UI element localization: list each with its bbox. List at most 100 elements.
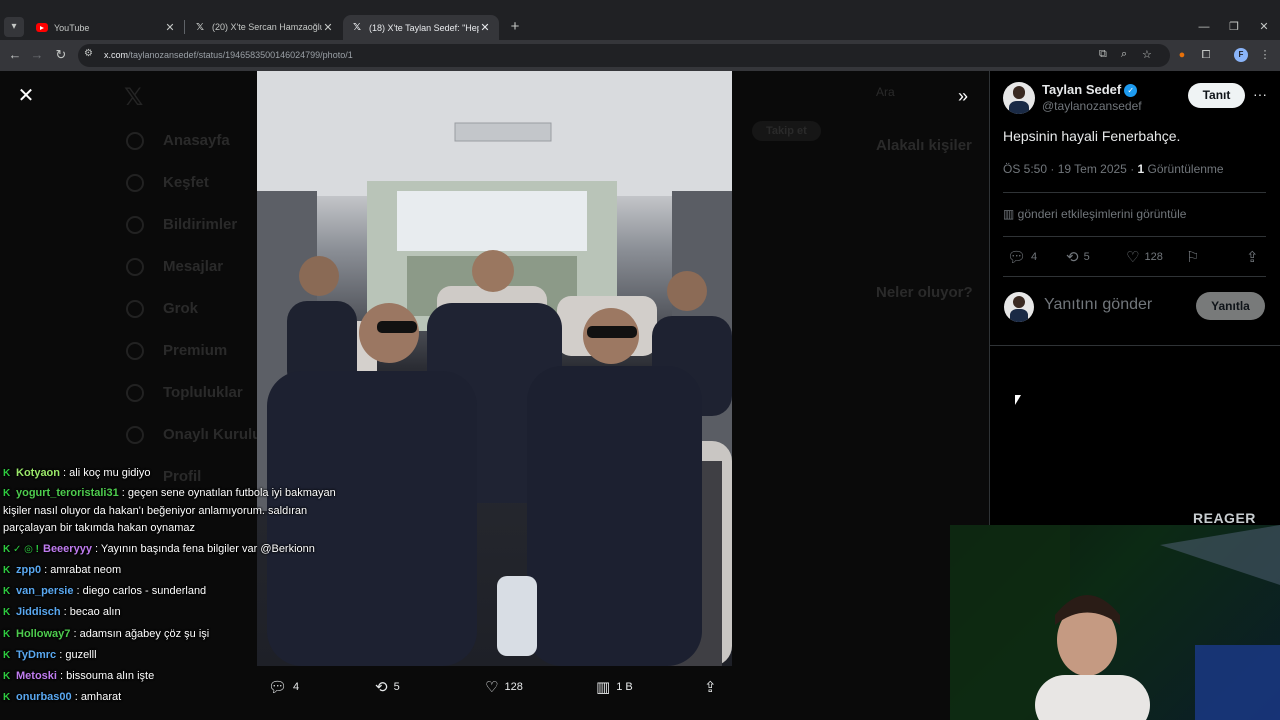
tab-taylan[interactable]: 𝕏 (18) X'te Taylan Sedef: "Hepsinin ✕: [343, 15, 499, 40]
repost-action[interactable]: ⟲ 5: [1066, 248, 1090, 266]
repost-icon: ⟲: [375, 679, 388, 696]
heart-icon: ♡: [485, 679, 499, 696]
more-options-icon[interactable]: ···: [1253, 86, 1267, 102]
chat-badge-icon: K: [3, 468, 11, 479]
mouse-cursor-icon: [1015, 395, 1021, 405]
chat-username: zpp0: [16, 563, 42, 576]
chat-text: diego carlos - sunderland: [82, 585, 207, 598]
ghost-nav-item: Grok: [163, 300, 199, 317]
like-count: 128: [1144, 251, 1163, 263]
reply-action[interactable]: 💬︎ 4: [1007, 248, 1037, 266]
ghost-mail-icon: [126, 258, 144, 276]
ghost-nav-item: Anasayfa: [163, 132, 230, 149]
chat-badge-icon: K: [3, 628, 11, 640]
chat-text: guzelll: [65, 648, 97, 661]
install-app-icon[interactable]: ⧉: [1099, 48, 1107, 61]
bookmark-star-icon[interactable]: ☆: [1142, 48, 1152, 61]
tab-youtube[interactable]: YouTube ✕: [28, 15, 184, 40]
url-path: /taylanozansedef/status/1946583500146024…: [128, 50, 353, 60]
ghost-whats-happening: Neler oluyor?: [876, 284, 973, 301]
ghost-verified-orgs-icon: [126, 426, 144, 444]
share-action[interactable]: ⇪: [1246, 248, 1264, 266]
extension-icon[interactable]: ●: [1174, 47, 1190, 63]
author-name[interactable]: Taylan Sedef ✓: [1042, 82, 1138, 98]
site-info-icon[interactable]: ⚙: [84, 48, 93, 59]
x-icon: 𝕏: [352, 22, 362, 33]
extensions-puzzle-icon[interactable]: ⧠: [1198, 47, 1214, 63]
tab-separator: [184, 20, 185, 34]
photo-share-action[interactable]: ⇪: [704, 677, 723, 697]
ghost-premium-icon: [126, 342, 144, 360]
author-avatar[interactable]: [1003, 82, 1035, 114]
expand-panel-icon[interactable]: »: [952, 85, 974, 107]
tab-search-menu-icon[interactable]: ▾: [4, 17, 24, 37]
tweet-meta: ÖS 5:50 · 19 Tem 2025 · 1 Görüntülenme: [1003, 162, 1224, 176]
window-close-icon[interactable]: ✕: [1254, 17, 1274, 37]
chat-username: onurbas00: [16, 691, 72, 704]
browser-menu-icon[interactable]: ⋮: [1257, 47, 1273, 63]
reply-input[interactable]: Yanıtını gönder: [1044, 296, 1152, 314]
streamer-webcam: [950, 525, 1280, 720]
chat-username: TyDmrc: [16, 648, 57, 661]
url-host: x.com: [104, 50, 129, 60]
follow-button[interactable]: Tanıt: [1188, 83, 1245, 108]
ghost-home-icon: [126, 132, 144, 150]
profile-avatar[interactable]: F: [1234, 48, 1248, 62]
new-tab-button[interactable]: +: [505, 17, 525, 37]
reply-button[interactable]: Yanıtla: [1196, 292, 1265, 320]
views-chart-icon: ▥: [596, 679, 611, 696]
chat-text: Yayının başında fena bilgiler var @Berki…: [100, 542, 315, 555]
close-modal-icon[interactable]: ✕: [16, 86, 36, 106]
tab-close-icon[interactable]: ✕: [479, 21, 491, 34]
background-x-logo-icon: 𝕏: [124, 84, 144, 111]
tab-close-icon[interactable]: ✕: [322, 21, 334, 34]
bookmark-action[interactable]: ⚐: [1186, 248, 1204, 266]
back-arrow-icon[interactable]: ←: [6, 46, 24, 64]
chat-username: Kotyaon: [16, 467, 60, 479]
reply-count: 4: [1031, 251, 1038, 263]
chat-username: Jiddisch: [16, 606, 61, 619]
divider: [1003, 236, 1266, 237]
chat-text: becao alın: [69, 606, 121, 619]
author-name-text: Taylan Sedef: [1042, 82, 1122, 97]
chat-message: Kvan_persie : diego carlos - sunderland: [3, 581, 348, 602]
like-action[interactable]: ♡ 128: [1126, 248, 1163, 266]
ghost-search: Ara: [876, 85, 895, 99]
tab-close-icon[interactable]: ✕: [164, 21, 176, 34]
ghost-bell-icon: [126, 216, 144, 234]
chat-username: Metoski: [16, 669, 57, 682]
heart-icon: ♡: [1126, 249, 1140, 266]
repost-count: 5: [393, 681, 400, 693]
chat-username: van_persie: [16, 585, 74, 598]
ghost-nav-item: Mesajlar: [163, 258, 224, 275]
bookmark-icon: ⚐: [1186, 249, 1200, 266]
tweet-timestamp[interactable]: ÖS 5:50 · 19 Tem 2025 ·: [1003, 162, 1138, 176]
photo-views-action[interactable]: ▥ 1 B: [596, 677, 633, 697]
minimize-icon[interactable]: —: [1194, 17, 1214, 37]
ghost-communities-icon: [126, 384, 144, 402]
restore-icon[interactable]: ❐: [1224, 17, 1244, 37]
x-icon: 𝕏: [195, 22, 205, 33]
chat-badge-icon: K: [3, 586, 11, 598]
repost-count: 5: [1083, 251, 1090, 263]
chat-badge-icon: K: [3, 488, 11, 500]
tab-title: (20) X'te Sercan Hamzaoğlu: "🔺: [212, 22, 322, 32]
photo-repost-action[interactable]: ⟲ 5: [375, 677, 400, 697]
stream-chat-overlay: K Kotyaon : ali koç mu gidiyo Kyogurt_ter…: [3, 463, 348, 708]
tab-sercan[interactable]: 𝕏 (20) X'te Sercan Hamzaoğlu: "🔺 ✕: [186, 15, 342, 40]
reload-icon[interactable]: ↻: [52, 46, 70, 64]
repost-icon: ⟲: [1066, 249, 1079, 266]
chat-badge-icon: K ✓ ◎ !: [3, 543, 39, 555]
chat-badge-icon: K: [3, 607, 11, 619]
chat-badge-icon: K: [3, 564, 11, 576]
reply-avatar: [1004, 292, 1034, 322]
views-label: Görüntülenme: [1144, 162, 1224, 176]
forward-arrow-icon[interactable]: →: [28, 46, 46, 64]
chat-text: adamsın ağabey çöz şu işi: [79, 627, 210, 640]
zoom-icon[interactable]: ⌕: [1121, 48, 1127, 61]
photo-like-action[interactable]: ♡ 128: [485, 677, 523, 697]
view-engagements-link[interactable]: ▥ gönderi etkileşimlerini görüntüle: [1003, 207, 1186, 221]
chat-text: amharat: [80, 691, 122, 704]
author-handle[interactable]: @taylanozansedef: [1042, 99, 1142, 113]
url-text[interactable]: x.com/taylanozansedef/status/19465835001…: [104, 50, 353, 60]
